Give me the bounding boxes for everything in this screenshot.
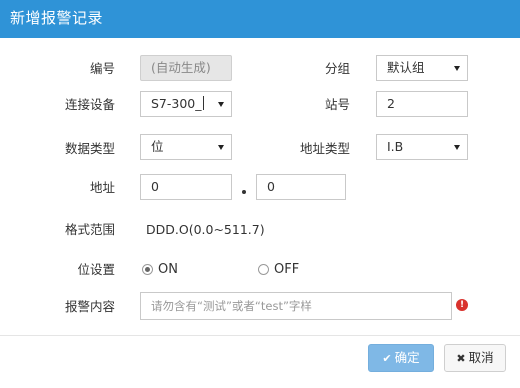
exclamation-icon: ! [456, 299, 468, 311]
id-label: 编号 [89, 61, 115, 76]
address-byte-value: 0 [151, 179, 159, 194]
address-type-value: I.B [387, 139, 404, 154]
format-range-value: DDD.O(0.0~511.7) [146, 222, 265, 237]
cancel-button[interactable]: ✖ 取消 [444, 344, 506, 372]
group-select[interactable]: 默认组 [376, 55, 468, 81]
id-value: (自动生成) [151, 60, 211, 75]
address-label: 地址 [89, 180, 115, 195]
data-type-select[interactable]: 位 [140, 134, 232, 160]
alarm-content-placeholder: 请勿含有“测试”或者“test”字样 [151, 299, 312, 313]
chevron-down-icon [454, 145, 460, 150]
bit-on-radio[interactable] [142, 264, 153, 275]
cancel-button-label: 取消 [468, 350, 494, 365]
times-icon: ✖ [456, 352, 466, 365]
bit-on-label[interactable]: ON [158, 262, 178, 278]
text-cursor [202, 96, 204, 110]
add-alarm-record-dialog: 新增报警记录 编号 (自动生成) 分组 默认组 连接设备 S7-300_ 站号 … [0, 0, 520, 388]
address-type-label: 地址类型 [299, 141, 350, 156]
address-byte-input[interactable]: 0 [140, 174, 232, 200]
station-value: 2 [387, 96, 395, 111]
station-label: 站号 [324, 97, 350, 112]
device-select[interactable]: S7-300_ [140, 91, 232, 117]
alarm-content-label: 报警内容 [64, 299, 115, 314]
chevron-down-icon [218, 102, 224, 107]
device-value: S7-300_ [151, 96, 202, 111]
check-icon: ✔ [382, 352, 392, 365]
bit-off-label[interactable]: OFF [274, 262, 299, 278]
alarm-content-input[interactable]: 请勿含有“测试”或者“test”字样 [140, 292, 452, 320]
confirm-button-label: 确定 [394, 350, 420, 365]
address-type-select[interactable]: I.B [376, 134, 468, 160]
id-field: (自动生成) [140, 55, 232, 81]
data-type-value: 位 [151, 139, 164, 154]
station-input[interactable]: 2 [376, 91, 468, 117]
device-label: 连接设备 [64, 97, 115, 112]
group-value: 默认组 [387, 60, 425, 75]
address-dot-separator [242, 190, 246, 194]
group-label: 分组 [324, 61, 350, 76]
data-type-label: 数据类型 [64, 141, 115, 156]
dialog-title: 新增报警记录 [10, 9, 104, 27]
confirm-button[interactable]: ✔ 确定 [368, 344, 434, 372]
dialog-titlebar[interactable]: 新增报警记录 [0, 0, 520, 38]
chevron-down-icon [218, 145, 224, 150]
bit-off-radio[interactable] [258, 264, 269, 275]
address-bit-value: 0 [267, 179, 275, 194]
chevron-down-icon [454, 66, 460, 71]
bit-setting-label: 位设置 [77, 262, 115, 277]
format-range-label: 格式范围 [64, 222, 115, 237]
footer-divider [0, 335, 520, 336]
address-bit-input[interactable]: 0 [256, 174, 346, 200]
